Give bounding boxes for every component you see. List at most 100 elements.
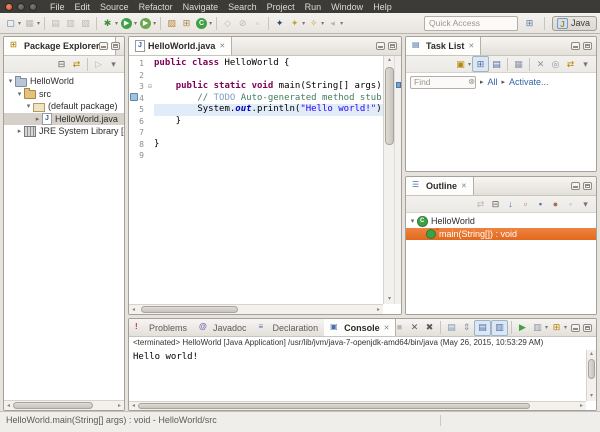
console-output[interactable]: Hello world!	[129, 350, 586, 401]
link-task-icon[interactable]: ⇄	[563, 56, 578, 72]
quick-access-input[interactable]	[423, 15, 518, 31]
code-line-9[interactable]: 9	[129, 150, 383, 162]
minimize-icon[interactable]	[99, 42, 108, 50]
show-stdout-toggle-icon[interactable]: ▤	[473, 319, 491, 336]
tree-item-helloworld-java[interactable]: ▸ HelloWorld.java	[4, 112, 124, 125]
tab-outline[interactable]: Outline ✕	[406, 177, 474, 195]
display-console-icon[interactable]: ▥ ▾	[530, 320, 549, 336]
maximize-icon[interactable]	[388, 42, 397, 50]
tree-item-src[interactable]: ▾ src	[4, 88, 124, 101]
open-perspective-icon[interactable]: ⊞	[522, 15, 537, 31]
menu-item-help[interactable]: Help	[368, 2, 397, 12]
tab-problems[interactable]: Problems	[129, 319, 193, 336]
dropdown-arrow-icon[interactable]: ▾	[340, 20, 343, 27]
minimize-icon[interactable]	[376, 42, 385, 50]
editor-hscrollbar[interactable]: ◂ ▸	[129, 304, 383, 314]
code-line-4[interactable]: 4 // TODO Auto-generated method stub	[129, 93, 383, 105]
tab-declaration[interactable]: Declaration	[253, 319, 325, 336]
open-console-icon[interactable]: ⊞ ▾	[549, 320, 568, 336]
maximize-icon[interactable]	[583, 323, 592, 332]
collapse-all-icon[interactable]: ⊟	[488, 196, 503, 212]
maximize-icon[interactable]	[583, 42, 592, 50]
search-icon[interactable]: ✦	[272, 15, 287, 31]
hide-static-members-icon[interactable]: ▪	[533, 196, 548, 212]
code-area[interactable]: 1 public class HelloWorld {2 3 ⊟ public sta…	[129, 56, 383, 304]
code-line-3[interactable]: 3 ⊟ public static void main(String[] args…	[129, 81, 383, 93]
maximize-icon[interactable]	[583, 182, 592, 190]
tab-console[interactable]: Console ✕	[324, 319, 397, 336]
twistie-icon[interactable]: ▾	[6, 77, 15, 85]
close-icon[interactable]: ✕	[468, 42, 474, 50]
twistie-icon[interactable]: ▸	[33, 115, 42, 123]
collapse-all-icon[interactable]: ⊟	[54, 56, 69, 72]
code-line-2[interactable]: 2	[129, 70, 383, 82]
java-perspective-button[interactable]: J Java	[551, 15, 597, 31]
new-wizard-icon[interactable]: ▢ ▾	[3, 15, 22, 31]
new-java-project-icon[interactable]: ▨	[164, 15, 179, 31]
annotation-next-icon[interactable]: ✧ ▾	[306, 15, 325, 31]
clear-console-icon[interactable]: ▤	[444, 320, 459, 336]
sort-icon[interactable]: ↓	[503, 196, 518, 212]
dropdown-arrow-icon[interactable]: ▾	[564, 324, 567, 331]
menu-item-project[interactable]: Project	[262, 2, 300, 12]
menu-item-search[interactable]: Search	[223, 2, 262, 12]
new-package-icon[interactable]: ⊞	[179, 15, 194, 31]
code-line-7[interactable]: 7	[129, 127, 383, 139]
menu-item-file[interactable]: File	[45, 2, 70, 12]
window-close-button[interactable]	[5, 2, 13, 11]
twistie-icon[interactable]: ▸	[15, 127, 24, 135]
tree-item-helloworld[interactable]: ▾ HelloWorld	[4, 75, 124, 88]
hide-fields-icon[interactable]: ▫	[518, 196, 533, 212]
dropdown-arrow-icon[interactable]: ▾	[209, 20, 212, 27]
code-line-8[interactable]: 8}	[129, 139, 383, 151]
filter-all-link[interactable]: All	[488, 77, 498, 87]
focus-workweek-icon[interactable]: ▦	[511, 56, 526, 72]
find-toggle-icon[interactable]: ◎	[548, 56, 563, 72]
fold-marker-icon[interactable]: ⊟	[146, 81, 154, 93]
minimize-icon[interactable]	[571, 182, 580, 190]
tree-item-helloworld[interactable]: ▾ HelloWorld	[406, 215, 596, 228]
new-task-icon[interactable]: ▣ ▾	[453, 56, 472, 72]
open-task-icon[interactable]: ✦ ▾	[287, 15, 306, 31]
code-line-1[interactable]: 1 public class HelloWorld {	[129, 58, 383, 70]
tree-item-main-string-void[interactable]: main(String[]) : void	[406, 227, 596, 240]
close-icon[interactable]: ✕	[461, 182, 467, 190]
remove-all-terminated-icon[interactable]: ✖	[422, 320, 437, 336]
minimize-icon[interactable]	[571, 42, 580, 50]
code-line-6[interactable]: 6 }	[129, 116, 383, 128]
menu-item-source[interactable]: Source	[95, 2, 134, 12]
deactivate-task-icon[interactable]: ✕	[533, 56, 548, 72]
console-vscrollbar[interactable]: ▴ ▾	[586, 350, 596, 401]
dropdown-arrow-icon[interactable]: ▾	[153, 20, 156, 27]
dropdown-arrow-icon[interactable]: ▾	[468, 61, 471, 68]
twistie-icon[interactable]: ▾	[408, 217, 417, 225]
tab-task-list[interactable]: Task List✕	[406, 37, 482, 55]
dropdown-arrow-icon[interactable]: ▾	[545, 324, 548, 331]
tree-item-jre-system-library-javase-1[interactable]: ▸ JRE System Library [JavaSE-1.	[4, 125, 124, 138]
package-explorer-hscrollbar[interactable]: ◂ ▸	[4, 400, 124, 410]
window-minimize-button[interactable]	[17, 2, 25, 11]
find-input[interactable]	[410, 75, 476, 89]
dropdown-arrow-icon[interactable]: ▾	[134, 20, 137, 27]
menu-item-edit[interactable]: Edit	[70, 2, 96, 12]
tab-helloworld-java[interactable]: HelloWorld.java✕	[129, 37, 233, 55]
categorized-view-icon[interactable]: ⊞	[472, 56, 489, 72]
view-menu-icon[interactable]: ▾	[578, 196, 593, 212]
maximize-icon[interactable]	[111, 42, 120, 50]
close-icon[interactable]: ✕	[384, 324, 390, 332]
menu-item-window[interactable]: Window	[326, 2, 368, 12]
menu-item-navigate[interactable]: Navigate	[178, 2, 224, 12]
run-icon[interactable]: ▶ ▾	[119, 15, 138, 31]
external-tools-icon[interactable]: ▶ ▾	[138, 15, 157, 31]
hide-local-types-icon[interactable]: ◦	[563, 196, 578, 212]
link-with-editor-icon[interactable]: ⇄	[69, 56, 84, 72]
minimize-icon[interactable]	[571, 323, 580, 332]
debug-icon[interactable]: ✱ ▾	[100, 15, 119, 31]
remove-launch-icon[interactable]: ✕	[407, 320, 422, 336]
hide-non-public-icon[interactable]: ●	[548, 196, 563, 212]
dropdown-arrow-icon[interactable]: ▾	[37, 20, 40, 27]
activate-task-link[interactable]: Activate...	[509, 77, 549, 87]
code-line-5[interactable]: 5 System.out.println("Hello world!");	[129, 104, 383, 116]
view-menu-icon[interactable]: ▾	[578, 56, 593, 72]
pin-console-icon[interactable]: ▶	[515, 320, 530, 336]
